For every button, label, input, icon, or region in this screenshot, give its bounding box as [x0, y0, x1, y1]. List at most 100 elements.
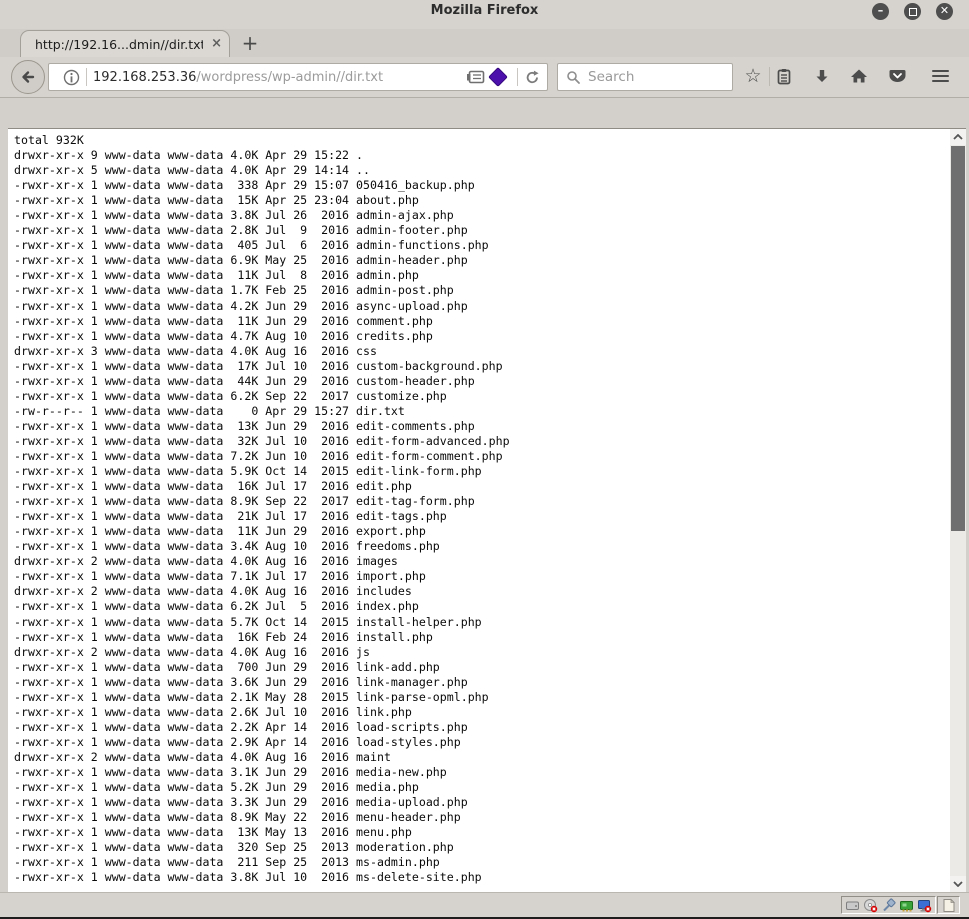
pocket-button[interactable] — [886, 65, 908, 87]
tab-dir-txt[interactable]: http://192.16...dmin//dir.txt × — [20, 30, 230, 58]
file-row: -rw-r--r-- 1 www-data www-data 0 Apr 29 … — [14, 404, 950, 419]
file-row: -rwxr-xr-x 1 www-data www-data 3.1K Jun … — [14, 765, 950, 780]
vertical-scrollbar[interactable] — [950, 128, 966, 892]
download-icon — [814, 68, 830, 84]
file-row: -rwxr-xr-x 1 www-data www-data 6.2K Sep … — [14, 389, 950, 404]
vm-status-bar — [0, 892, 969, 917]
scroll-up-button[interactable] — [950, 129, 966, 145]
home-icon — [850, 68, 868, 84]
file-row: -rwxr-xr-x 1 www-data www-data 8.9K Sep … — [14, 494, 950, 509]
tab-title: http://192.16...dmin//dir.txt — [35, 31, 203, 58]
back-icon — [20, 69, 36, 85]
scrollbar-thumb[interactable] — [951, 146, 965, 531]
search-input[interactable] — [586, 68, 732, 86]
scroll-down-button[interactable] — [950, 876, 966, 892]
file-row: -rwxr-xr-x 1 www-data www-data 15K Apr 2… — [14, 193, 950, 208]
file-row: -rwxr-xr-x 1 www-data www-data 338 Apr 2… — [14, 178, 950, 193]
file-row: drwxr-xr-x 9 www-data www-data 4.0K Apr … — [14, 148, 950, 163]
file-row: drwxr-xr-x 5 www-data www-data 4.0K Apr … — [14, 163, 950, 178]
file-row: -rwxr-xr-x 1 www-data www-data 6.2K Jul … — [14, 599, 950, 614]
site-info-icon[interactable] — [63, 69, 80, 86]
urlbar-separator — [86, 68, 87, 86]
file-row: -rwxr-xr-x 1 www-data www-data 2.1K May … — [14, 690, 950, 705]
file-row: -rwxr-xr-x 1 www-data www-data 3.8K Jul … — [14, 208, 950, 223]
window-title: Mozilla Firefox — [0, 3, 969, 18]
minimize-button[interactable]: – — [872, 3, 889, 20]
file-row: -rwxr-xr-x 1 www-data www-data 700 Jun 2… — [14, 660, 950, 675]
menu-icon — [932, 70, 949, 83]
vm-device-panel — [841, 896, 936, 914]
navigation-toolbar: 192.168.253.36/wordpress/wp-admin//dir.t… — [0, 57, 969, 98]
page-content: total 932Kdrwxr-xr-x 9 www-data www-data… — [8, 128, 950, 892]
scroll-up-icon — [953, 134, 963, 140]
file-row: drwxr-xr-x 2 www-data www-data 4.0K Aug … — [14, 750, 950, 765]
window-titlebar: Mozilla Firefox – ✕ — [0, 0, 969, 29]
file-row: -rwxr-xr-x 1 www-data www-data 3.8K Jul … — [14, 870, 950, 885]
tab-bar: http://192.16...dmin//dir.txt × + — [0, 29, 969, 57]
file-row: -rwxr-xr-x 1 www-data www-data 17K Jul 1… — [14, 359, 950, 374]
file-row: -rwxr-xr-x 1 www-data www-data 320 Sep 2… — [14, 840, 950, 855]
menu-button[interactable] — [929, 65, 951, 87]
bookmarks-menu-icon — [776, 68, 792, 85]
file-row: -rwxr-xr-x 1 www-data www-data 211 Sep 2… — [14, 855, 950, 870]
file-row: -rwxr-xr-x 1 www-data www-data 2.9K Apr … — [14, 735, 950, 750]
downloads-button[interactable] — [811, 65, 833, 87]
hdd-icon[interactable] — [845, 898, 860, 913]
file-row: -rwxr-xr-x 1 www-data www-data 11K Jun 2… — [14, 524, 950, 539]
file-row: -rwxr-xr-x 1 www-data www-data 4.2K Jun … — [14, 299, 950, 314]
file-row: -rwxr-xr-x 1 www-data www-data 5.9K Oct … — [14, 464, 950, 479]
file-row: -rwxr-xr-x 1 www-data www-data 2.8K Jul … — [14, 223, 950, 238]
file-row: -rwxr-xr-x 1 www-data www-data 6.9K May … — [14, 253, 950, 268]
close-icon: ✕ — [936, 3, 953, 19]
file-row: -rwxr-xr-x 1 www-data www-data 44K Jun 2… — [14, 374, 950, 389]
home-button[interactable] — [848, 65, 870, 87]
file-row: -rwxr-xr-x 1 www-data www-data 4.7K Aug … — [14, 329, 950, 344]
addon-icon[interactable] — [488, 67, 508, 87]
scroll-down-icon — [953, 881, 963, 887]
search-icon — [566, 70, 581, 85]
file-row: -rwxr-xr-x 1 www-data www-data 13K May 1… — [14, 825, 950, 840]
urlbar-separator-2 — [517, 68, 518, 86]
network-icon[interactable] — [899, 898, 914, 913]
back-button[interactable] — [11, 60, 45, 94]
mouse-integration-icon[interactable] — [941, 898, 956, 913]
file-row: -rwxr-xr-x 1 www-data www-data 1.7K Feb … — [14, 283, 950, 298]
bookmark-star-icon: ☆ — [744, 66, 761, 86]
file-row: -rwxr-xr-x 1 www-data www-data 7.2K Jun … — [14, 449, 950, 464]
tab-close-icon[interactable]: × — [211, 31, 222, 58]
url-host: 192.168.253.36 — [93, 70, 196, 85]
bookmark-star-button[interactable]: ☆ — [742, 65, 764, 87]
vm-mouse-panel — [937, 896, 960, 914]
cdrom-icon[interactable] — [863, 898, 878, 913]
file-row: drwxr-xr-x 2 www-data www-data 4.0K Aug … — [14, 554, 950, 569]
maximize-button[interactable] — [904, 3, 921, 20]
display-icon[interactable] — [917, 898, 932, 913]
close-button[interactable]: ✕ — [936, 3, 953, 20]
reader-mode-icon[interactable] — [466, 70, 485, 85]
usb-icon[interactable] — [881, 898, 896, 913]
file-row: -rwxr-xr-x 1 www-data www-data 16K Feb 2… — [14, 630, 950, 645]
file-row: -rwxr-xr-x 1 www-data www-data 405 Jul 6… — [14, 238, 950, 253]
url-bar[interactable]: 192.168.253.36/wordpress/wp-admin//dir.t… — [48, 63, 548, 91]
file-row: -rwxr-xr-x 1 www-data www-data 13K Jun 2… — [14, 419, 950, 434]
search-box[interactable] — [557, 63, 733, 91]
pocket-icon — [889, 68, 906, 84]
url-text: 192.168.253.36/wordpress/wp-admin//dir.t… — [93, 70, 466, 85]
virtualbox-vm-window: Mozilla Firefox – ✕ http://192.16...dmin… — [0, 0, 969, 919]
reload-icon[interactable] — [524, 69, 541, 86]
file-row: total 932K — [14, 133, 950, 148]
bookmarks-menu-button[interactable] — [773, 65, 795, 87]
file-row: -rwxr-xr-x 1 www-data www-data 16K Jul 1… — [14, 479, 950, 494]
file-row: -rwxr-xr-x 1 www-data www-data 2.2K Apr … — [14, 720, 950, 735]
file-row: -rwxr-xr-x 1 www-data www-data 7.1K Jul … — [14, 569, 950, 584]
file-row: drwxr-xr-x 3 www-data www-data 4.0K Aug … — [14, 344, 950, 359]
file-row: -rwxr-xr-x 1 www-data www-data 21K Jul 1… — [14, 509, 950, 524]
file-row: -rwxr-xr-x 1 www-data www-data 5.2K Jun … — [14, 780, 950, 795]
file-row: drwxr-xr-x 2 www-data www-data 4.0K Aug … — [14, 584, 950, 599]
file-row: -rwxr-xr-x 1 www-data www-data 2.6K Jul … — [14, 705, 950, 720]
minimize-icon: – — [872, 3, 889, 19]
file-row: -rwxr-xr-x 1 www-data www-data 3.3K Jun … — [14, 795, 950, 810]
file-row: -rwxr-xr-x 1 www-data www-data 3.6K Jun … — [14, 675, 950, 690]
file-row: -rwxr-xr-x 1 www-data www-data 8.9K May … — [14, 810, 950, 825]
new-tab-button[interactable]: + — [238, 31, 262, 56]
